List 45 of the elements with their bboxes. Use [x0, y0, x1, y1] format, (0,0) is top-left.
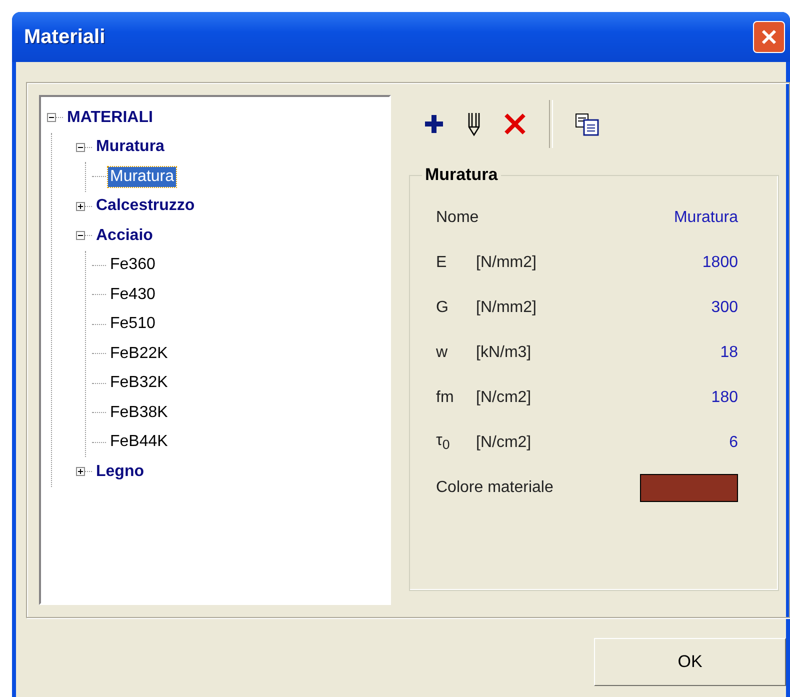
tree-item[interactable]: Calcestruzzo — [94, 196, 197, 216]
tree-item[interactable]: Legno — [94, 462, 146, 482]
unit-label: [N/cm2] — [476, 434, 532, 452]
property-value: 300 — [711, 298, 738, 316]
property-value: 180 — [711, 388, 738, 406]
collapse-toggle[interactable] — [76, 231, 85, 240]
property-label: E — [436, 254, 448, 272]
group-title: Muratura — [424, 165, 499, 185]
expand-toggle[interactable] — [76, 467, 85, 476]
tree-item[interactable]: Muratura — [108, 166, 176, 187]
tree-item[interactable]: Fe510 — [108, 314, 158, 334]
unit-label: [N/mm2] — [476, 254, 538, 272]
collapse-toggle[interactable] — [76, 142, 85, 152]
tree-item[interactable]: Fe360 — [108, 255, 158, 276]
property-label: fm — [436, 388, 455, 406]
property-label: τ$_{0}$ — [436, 432, 451, 453]
window-title: Materiali — [24, 26, 106, 48]
expand-toggle[interactable] — [76, 202, 85, 211]
property-label: G — [436, 298, 450, 316]
tree-item[interactable]: Acciaio — [94, 226, 155, 246]
tree-item[interactable]: FeB44K — [108, 432, 170, 452]
collapse-toggle[interactable] — [47, 113, 56, 122]
close-button[interactable] — [753, 21, 785, 53]
property-label: Colore materiale — [436, 478, 554, 496]
unit-label: [kN/m3] — [476, 344, 532, 362]
pencil-icon[interactable] — [467, 111, 481, 137]
tree-item[interactable]: FeB22K — [108, 344, 170, 364]
unit-label: [N/mm2] — [476, 298, 538, 316]
tree-item[interactable]: Fe430 — [108, 284, 158, 305]
property-label: Nome — [436, 208, 476, 226]
property-value: 6 — [729, 434, 738, 452]
tree-item[interactable]: MATERIALI — [65, 108, 155, 128]
ok-button[interactable]: OK — [594, 638, 786, 686]
unit-label: [N/cm2] — [476, 388, 532, 406]
color-swatch[interactable] — [640, 474, 738, 502]
property-value: 18 — [720, 344, 738, 362]
tree-item[interactable]: FeB38K — [108, 402, 170, 423]
delete-icon[interactable] — [503, 112, 527, 136]
tree-item[interactable]: FeB32K — [108, 373, 170, 394]
property-label: w — [436, 344, 449, 362]
close-icon — [760, 28, 778, 46]
tree-item[interactable]: Muratura — [94, 137, 166, 158]
property-value: Muratura — [674, 208, 738, 226]
property-value: 1800 — [702, 254, 738, 272]
add-icon[interactable] — [423, 113, 445, 135]
